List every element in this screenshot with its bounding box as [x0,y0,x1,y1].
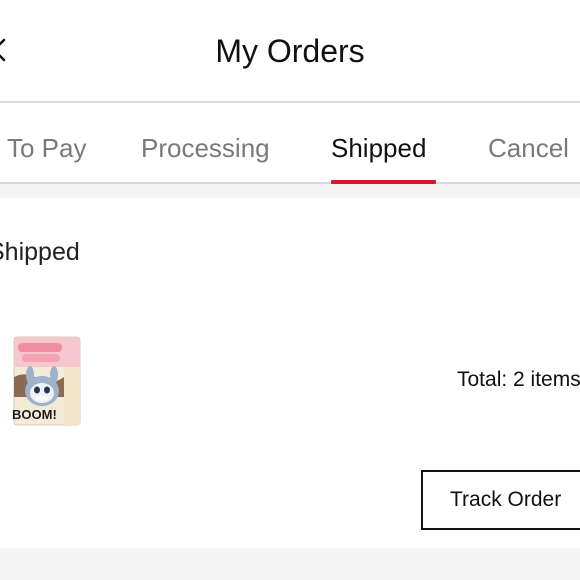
page-title: My Orders [215,33,365,69]
my-orders-page: My Orders To Pay Processing Shipped Canc… [0,0,580,580]
tab-shipped[interactable]: Shipped [331,130,426,166]
order-status-tabs: To Pay Processing Shipped Cancel [0,103,580,184]
section-divider [0,184,580,198]
order-card[interactable]: Shipped BOOM! Total: 2 items Track Order [0,198,580,548]
header-bar: My Orders [0,0,580,103]
product-thumbnail[interactable]: BOOM! [8,333,86,429]
order-total: Total: 2 items [457,368,580,391]
tab-cancel[interactable]: Cancel [488,130,569,166]
tab-processing[interactable]: Processing [141,130,270,166]
tab-to-pay[interactable]: To Pay [7,130,87,166]
order-status-label: Shipped [0,238,80,266]
bottom-divider [0,548,580,580]
product-boom-text: BOOM! [12,407,57,422]
track-order-button[interactable]: Track Order [421,470,580,530]
